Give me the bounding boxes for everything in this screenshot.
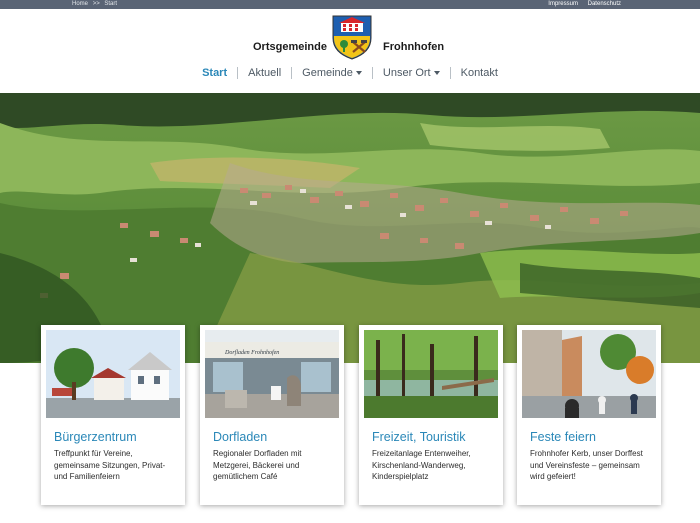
card-text: Freizeitanlage Entenweiher, Kirschenland…	[372, 449, 471, 481]
landscape-image	[0, 93, 700, 363]
card-title[interactable]: Bürgerzentrum	[54, 430, 180, 444]
buergerzentrum-photo	[46, 330, 180, 418]
nav-gemeinde[interactable]: Gemeinde	[292, 67, 372, 79]
dorfladen-sign-text: Dorfladen Frohnhofen	[224, 349, 279, 356]
card-dorfladen[interactable]: Dorfladen Frohnhofen Dorfladen Regionale…	[200, 325, 344, 505]
card-text: Frohnhofer Kerb, unser Dorffest und Vere…	[530, 449, 643, 481]
card-feste[interactable]: Feste feiern Frohnhofer Kerb, unser Dorf…	[517, 325, 661, 505]
nav-unser-ort[interactable]: Unser Ort	[373, 67, 450, 79]
card-title[interactable]: Feste feiern	[530, 430, 656, 444]
breadcrumb-home[interactable]: Home	[72, 1, 88, 7]
building-image	[46, 330, 180, 418]
nav-start[interactable]: Start	[192, 67, 237, 79]
chevron-down-icon	[433, 71, 440, 76]
nav-gemeinde-label: Gemeinde	[302, 67, 353, 79]
datenschutz-link[interactable]: Datenschutz	[588, 1, 621, 7]
card-buergerzentrum[interactable]: Bürgerzentrum Treffpunkt für Vereine, ge…	[41, 325, 185, 505]
breadcrumb-current: Start	[104, 1, 118, 7]
top-bar: Home >> Start Impressum Datenschutz	[0, 0, 700, 9]
nav-kontakt[interactable]: Kontakt	[451, 67, 508, 79]
impressum-link[interactable]: Impressum	[548, 1, 578, 7]
breadcrumb: Home >> Start	[72, 0, 120, 9]
festival-image	[522, 330, 656, 418]
coat-of-arms-logo[interactable]	[331, 14, 373, 60]
chevron-down-icon	[355, 71, 362, 76]
freizeit-photo	[364, 330, 498, 418]
site-title-left: Ortsgemeinde	[253, 41, 327, 53]
park-image	[364, 330, 498, 418]
card-text: Regionaler Dorfladen mit Metzgerei, Bäck…	[213, 449, 302, 481]
site-header: Ortsgemeinde Frohnhofen Start Aktuell Ge…	[0, 9, 700, 93]
feste-photo	[522, 330, 656, 418]
card-title[interactable]: Freizeit, Touristik	[372, 430, 498, 444]
card-freizeit[interactable]: Freizeit, Touristik Freizeitanlage Enten…	[359, 325, 503, 505]
card-text: Treffpunkt für Vereine, gemeinsame Sitzu…	[54, 449, 166, 481]
shop-image: Dorfladen Frohnhofen	[205, 330, 339, 418]
main-navigation: Start Aktuell Gemeinde Unser Ort Kontakt	[0, 67, 700, 79]
breadcrumb-separator: >>	[92, 1, 100, 7]
dorfladen-photo: Dorfladen Frohnhofen	[205, 330, 339, 418]
site-title-right: Frohnhofen	[383, 41, 445, 53]
top-links: Impressum Datenschutz	[540, 0, 621, 9]
hero-village-photo	[0, 93, 700, 363]
card-title[interactable]: Dorfladen	[213, 430, 339, 444]
nav-unser-ort-label: Unser Ort	[382, 67, 431, 79]
nav-aktuell[interactable]: Aktuell	[238, 67, 291, 79]
